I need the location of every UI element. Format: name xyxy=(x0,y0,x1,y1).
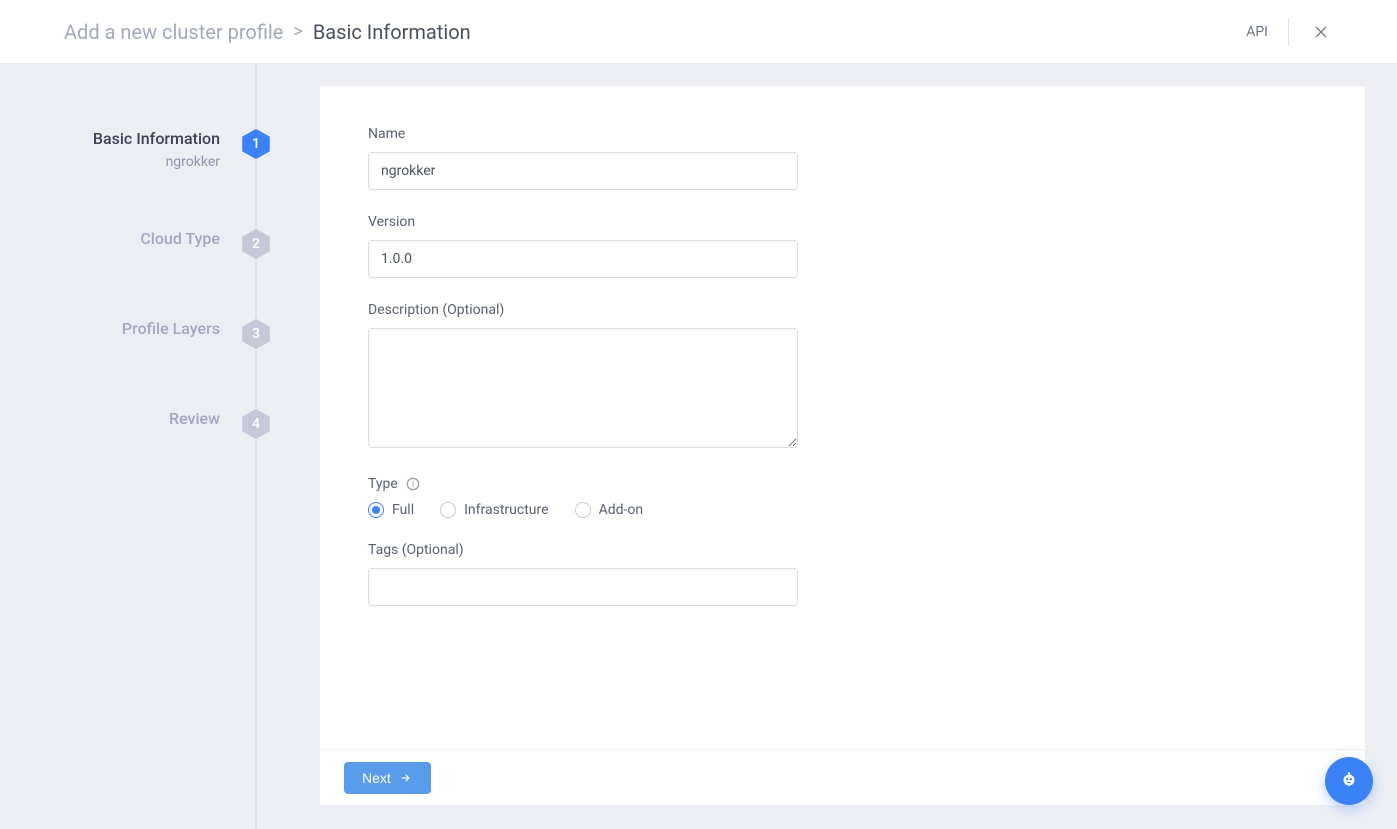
arrow-right-icon xyxy=(399,771,413,785)
close-icon xyxy=(1313,24,1329,40)
version-label: Version xyxy=(368,214,798,230)
type-radio-group: Full Infrastructure Add-on xyxy=(368,502,798,518)
steps-connector-line xyxy=(255,64,257,829)
radio-indicator xyxy=(368,502,384,518)
radio-label: Full xyxy=(392,502,414,518)
field-type: Type i Full Infrastructure xyxy=(368,476,798,518)
step-number-badge: 3 xyxy=(240,318,272,350)
step-number: 1 xyxy=(252,136,260,152)
form-card: Name Version Description (Optional) Type xyxy=(320,86,1365,805)
step-title: Cloud Type xyxy=(140,228,220,250)
step-number-badge: 2 xyxy=(240,228,272,260)
radio-indicator xyxy=(440,502,456,518)
chat-bot-icon xyxy=(1338,770,1360,792)
radio-label: Infrastructure xyxy=(464,502,548,518)
step-profile-layers[interactable]: Profile Layers 3 xyxy=(0,318,272,350)
step-title: Basic Information xyxy=(93,128,220,150)
radio-type-addon[interactable]: Add-on xyxy=(575,502,644,518)
form-area: Name Version Description (Optional) Type xyxy=(320,86,1365,749)
info-icon[interactable]: i xyxy=(406,477,420,491)
next-button-label: Next xyxy=(362,770,391,786)
api-link[interactable]: API xyxy=(1246,24,1268,40)
breadcrumb-separator: > xyxy=(293,21,302,42)
header-divider xyxy=(1288,18,1289,46)
type-label-text: Type xyxy=(368,476,398,492)
page-body: Basic Information ngrokker 1 Cloud Type … xyxy=(0,64,1397,829)
version-input[interactable] xyxy=(368,240,798,278)
tags-input[interactable] xyxy=(368,568,798,606)
step-number-badge: 4 xyxy=(240,408,272,440)
name-input[interactable] xyxy=(368,152,798,190)
header-actions: API xyxy=(1246,18,1333,46)
steps-sidebar: Basic Information ngrokker 1 Cloud Type … xyxy=(0,64,272,829)
field-name: Name xyxy=(368,126,798,190)
step-number-badge: 1 xyxy=(240,128,272,160)
close-button[interactable] xyxy=(1309,20,1333,44)
breadcrumb: Add a new cluster profile > Basic Inform… xyxy=(64,20,1246,44)
card-footer: Next xyxy=(320,749,1365,805)
step-cloud-type[interactable]: Cloud Type 2 xyxy=(0,228,272,260)
breadcrumb-current: Basic Information xyxy=(313,20,471,44)
step-review[interactable]: Review 4 xyxy=(0,408,272,440)
svg-text:i: i xyxy=(412,480,414,490)
description-label: Description (Optional) xyxy=(368,302,798,318)
header-bar: Add a new cluster profile > Basic Inform… xyxy=(0,0,1397,64)
next-button[interactable]: Next xyxy=(344,762,431,794)
step-number: 4 xyxy=(252,416,260,432)
step-number: 2 xyxy=(252,236,260,252)
description-textarea[interactable] xyxy=(368,328,798,448)
chat-fab[interactable] xyxy=(1325,757,1373,805)
field-tags: Tags (Optional) xyxy=(368,542,798,606)
radio-type-full[interactable]: Full xyxy=(368,502,414,518)
step-title: Profile Layers xyxy=(122,318,220,340)
step-number: 3 xyxy=(252,326,260,342)
radio-indicator xyxy=(575,502,591,518)
radio-label: Add-on xyxy=(599,502,644,518)
breadcrumb-root[interactable]: Add a new cluster profile xyxy=(64,20,283,44)
tags-label: Tags (Optional) xyxy=(368,542,798,558)
field-version: Version xyxy=(368,214,798,278)
step-title: Review xyxy=(169,408,220,430)
radio-type-infrastructure[interactable]: Infrastructure xyxy=(440,502,548,518)
step-basic-information[interactable]: Basic Information ngrokker 1 xyxy=(0,128,272,170)
step-subtitle: ngrokker xyxy=(93,154,220,170)
type-label: Type i xyxy=(368,476,798,492)
name-label: Name xyxy=(368,126,798,142)
field-description: Description (Optional) xyxy=(368,302,798,452)
main-area: Name Version Description (Optional) Type xyxy=(272,64,1397,829)
